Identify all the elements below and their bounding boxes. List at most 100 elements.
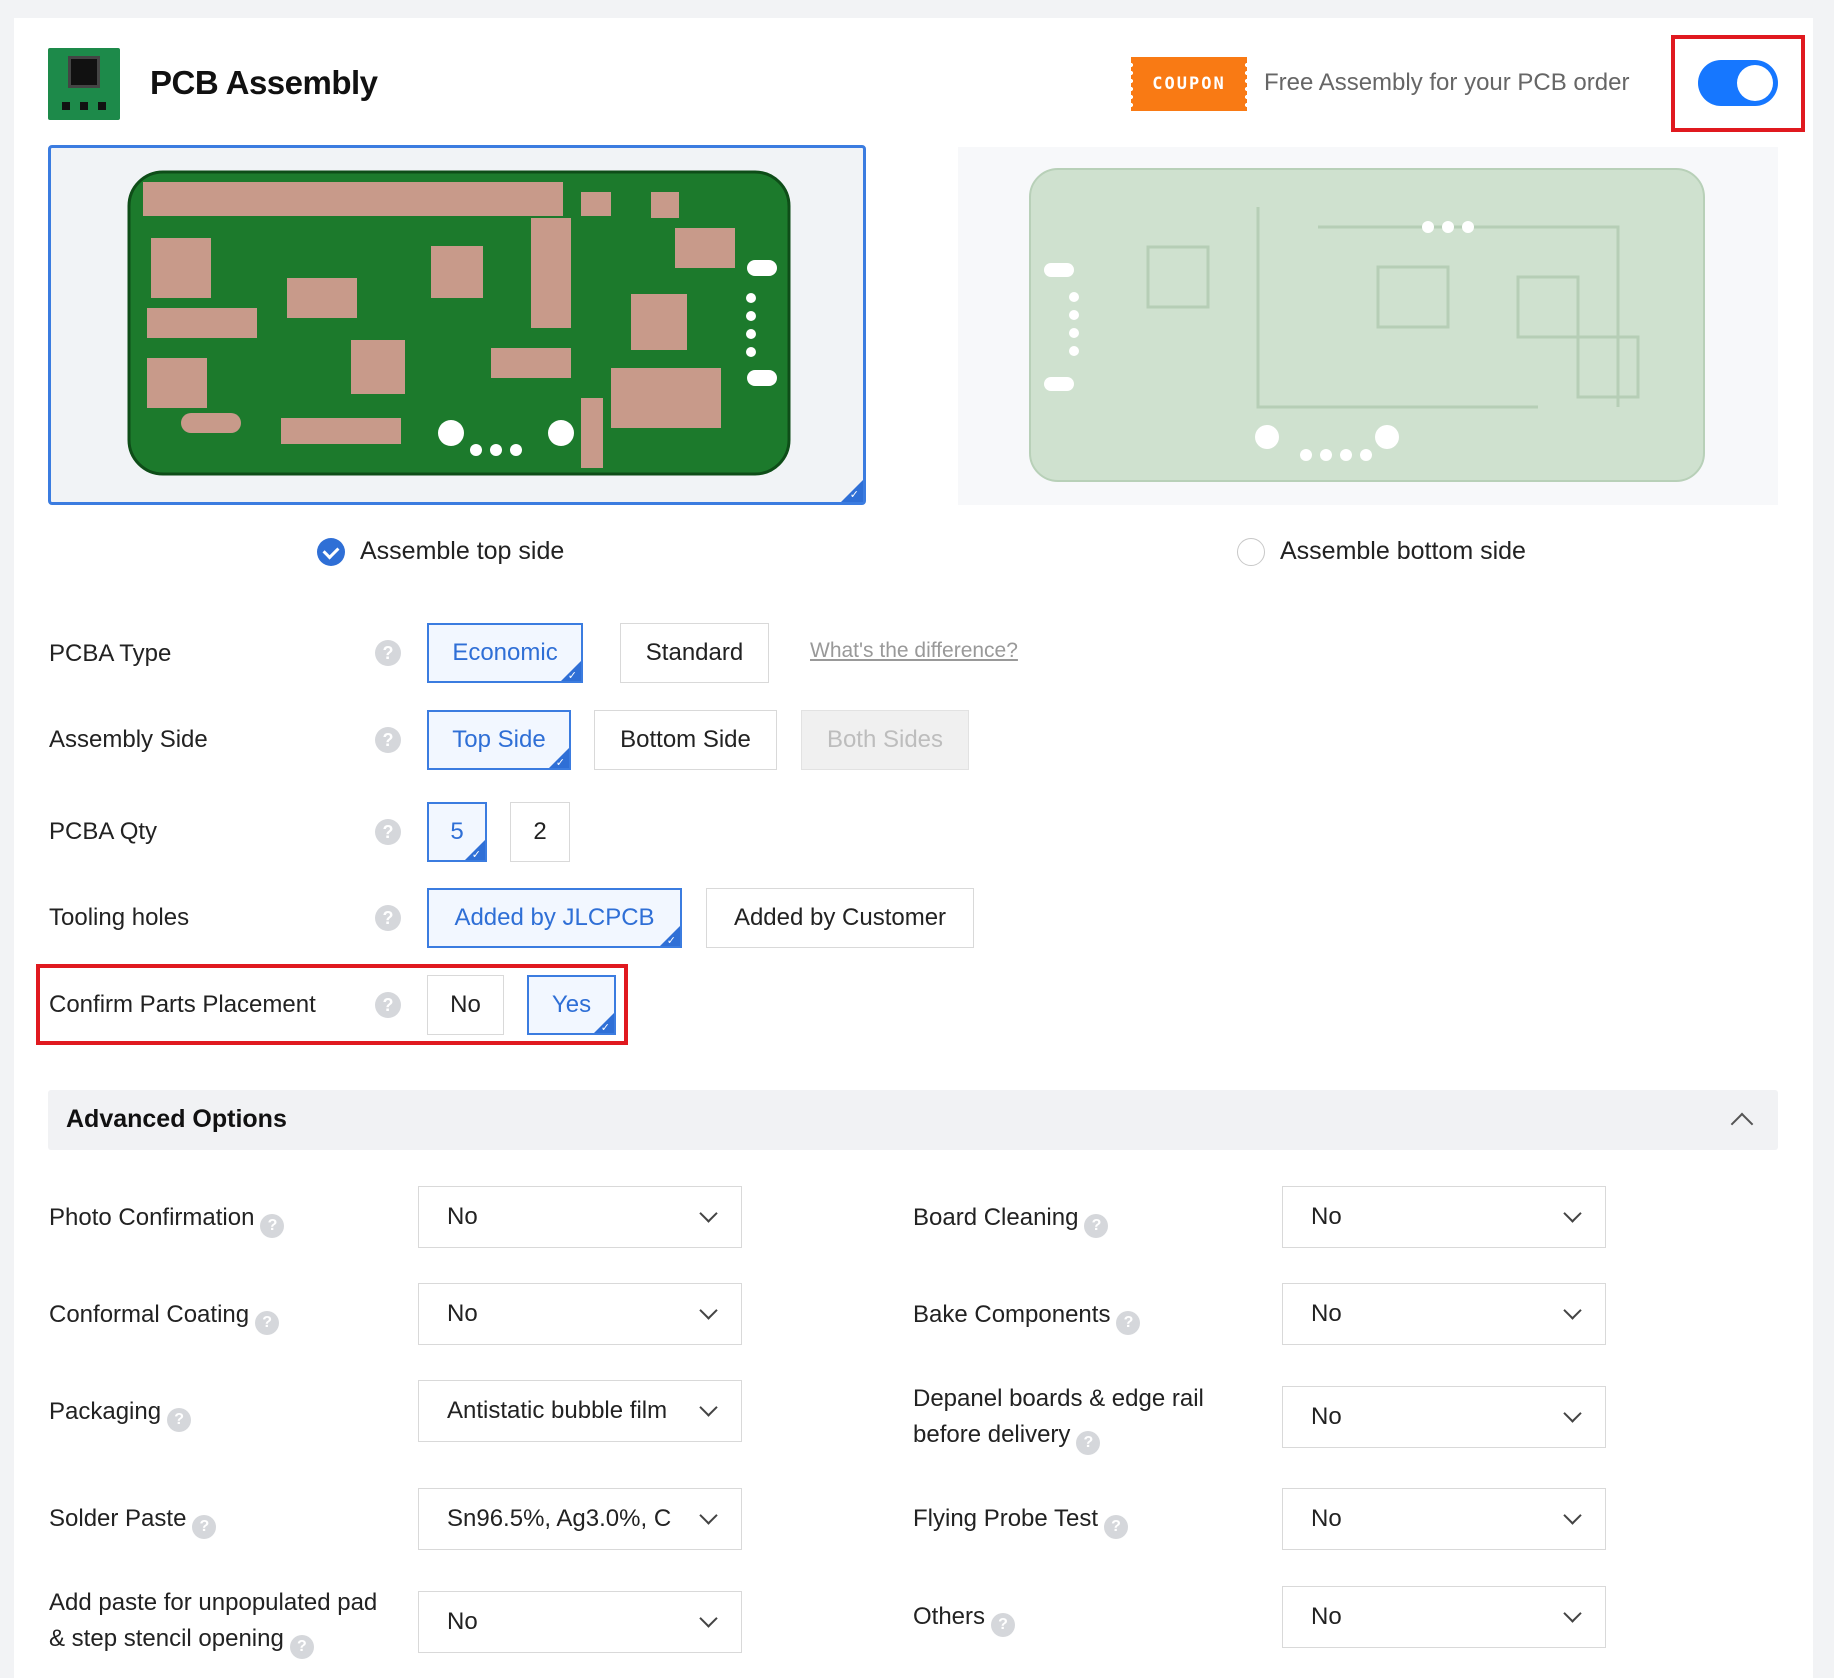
question-circle-icon[interactable]: ? [1076,1431,1101,1455]
confirm-parts-no[interactable]: No [427,975,504,1035]
flying-probe-test-label: Flying Probe Test? [913,1501,1128,1539]
question-circle-icon[interactable]: ? [1103,1515,1128,1539]
pcba-type-economic[interactable]: Economic ✓ [427,623,583,683]
toggle-knob [1737,65,1773,101]
add-paste-select[interactable]: No [418,1591,742,1653]
select-value: Sn96.5%, Ag3.0%, C [447,1505,672,1532]
bake-components-select[interactable]: No [1282,1283,1606,1345]
tooling-holes-customer[interactable]: Added by Customer [706,888,974,948]
pcba-type-label: PCBA Type [49,640,172,667]
packaging-select[interactable]: Antistatic bubble film [418,1380,742,1442]
chevron-down-icon [1563,1404,1582,1423]
selected-check-icon: ✓ [841,480,863,502]
board-cleaning-select[interactable]: No [1282,1186,1606,1248]
assembly-toggle[interactable] [1698,60,1778,106]
depanel-boards-select[interactable]: No [1282,1386,1606,1448]
pcba-type-standard[interactable]: Standard [620,623,769,683]
chevron-down-icon [699,1609,718,1628]
chevron-down-icon [1563,1506,1582,1525]
assemble-bottom-side-radio[interactable]: Assemble bottom side [1237,537,1526,566]
question-circle-icon[interactable]: ? [260,1214,285,1238]
assembly-side-bottom[interactable]: Bottom Side [594,710,777,770]
pcba-qty-2[interactable]: 2 [510,802,570,862]
add-paste-label: Add paste for unpopulated pad & step sten… [49,1585,377,1659]
assemble-top-side-radio[interactable]: Assemble top side [317,537,564,566]
chevron-down-icon [699,1301,718,1320]
confirm-parts-yes[interactable]: Yes ✓ [527,975,616,1035]
pcba-qty-5[interactable]: 5 ✓ [427,802,487,862]
page-title: PCB Assembly [150,64,378,101]
select-value: No [1311,1300,1342,1327]
packaging-label: Packaging? [49,1394,192,1432]
pcba-qty-label: PCBA Qty [49,818,158,845]
question-circle-icon[interactable]: ? [289,1635,314,1659]
check-icon: ✓ [549,748,569,769]
advanced-options-title: Advanced Options [66,1105,287,1133]
chevron-down-icon [1563,1604,1582,1623]
chevron-down-icon [1563,1301,1582,1320]
question-circle-icon[interactable]: ? [375,640,401,666]
board-cleaning-label: Board Cleaning? [913,1200,1109,1238]
pcb-chip-icon [48,48,120,120]
top-side-image-card[interactable]: ✓ [48,145,866,505]
check-icon: ✓ [465,840,485,861]
conformal-coating-select[interactable]: No [418,1283,742,1345]
question-circle-icon[interactable]: ? [375,819,401,845]
tooling-holes-label: Tooling holes [49,904,190,931]
chevron-down-icon [1563,1204,1582,1223]
option-label: Economic [452,639,558,666]
chevron-down-icon [699,1204,718,1223]
option-label: Standard [645,639,744,666]
others-select[interactable]: No [1282,1586,1606,1648]
option-label: No [450,991,481,1018]
option-label: 5 [450,818,464,845]
solder-paste-label: Solder Paste? [49,1501,217,1539]
assemble-bottom-side-label: Assemble bottom side [1280,537,1526,565]
bottom-side-image-card[interactable] [958,147,1778,505]
advanced-options-header[interactable] [48,1090,1778,1150]
photo-confirmation-label: Photo Confirmation? [49,1200,285,1238]
others-label: Others? [913,1599,1016,1637]
select-value: No [447,1203,478,1230]
radio-checked-icon [317,537,345,566]
assemble-top-side-label: Assemble top side [360,537,565,565]
question-circle-icon[interactable]: ? [1084,1214,1109,1238]
select-value: No [1311,1603,1342,1630]
assembly-side-top[interactable]: Top Side ✓ [427,710,571,770]
pcb-top-image [127,170,791,476]
question-circle-icon[interactable]: ? [375,905,401,931]
whats-the-difference-link[interactable]: What's the difference? [810,639,1018,663]
question-circle-icon[interactable]: ? [192,1515,217,1539]
question-circle-icon[interactable]: ? [1116,1311,1141,1335]
question-circle-icon[interactable]: ? [375,992,401,1018]
question-circle-icon[interactable]: ? [255,1311,280,1335]
option-label: Bottom Side [620,726,751,753]
select-value: No [1311,1505,1342,1532]
option-label: Added by Customer [733,904,947,931]
question-circle-icon[interactable]: ? [375,727,401,753]
check-icon: ✓ [660,926,680,947]
select-value: No [1311,1203,1342,1230]
option-label: 2 [533,818,547,845]
assembly-side-label: Assembly Side [49,726,208,753]
option-label: Yes [551,991,592,1018]
tooling-holes-jlcpcb[interactable]: Added by JLCPCB ✓ [427,888,682,948]
radio-unchecked-icon [1237,537,1265,566]
depanel-boards-label: Depanel boards & edge rail before deliver… [913,1381,1204,1455]
coupon-badge: COUPON [1129,57,1249,111]
pcb-bottom-image [1029,168,1705,482]
select-value: Antistatic bubble film [447,1397,668,1424]
promo-text: Free Assembly for your PCB order [1264,69,1630,96]
check-icon: ✓ [594,1013,614,1034]
question-circle-icon[interactable]: ? [991,1613,1016,1637]
select-value: No [447,1608,478,1635]
select-value: No [447,1300,478,1327]
flying-probe-test-select[interactable]: No [1282,1488,1606,1550]
question-circle-icon[interactable]: ? [167,1408,192,1432]
option-label: Both Sides [826,726,944,753]
bake-components-label: Bake Components? [913,1297,1141,1335]
check-icon: ✓ [561,661,581,682]
assembly-side-both: Both Sides [801,710,969,770]
photo-confirmation-select[interactable]: No [418,1186,742,1248]
solder-paste-select[interactable]: Sn96.5%, Ag3.0%, C [418,1488,742,1550]
